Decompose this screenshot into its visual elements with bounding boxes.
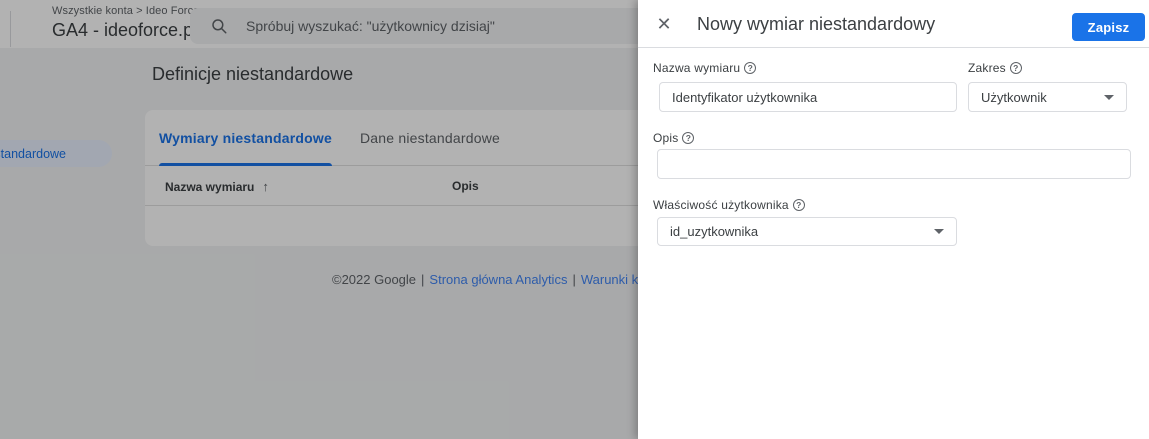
scope-dropdown[interactable]: Użytkownik (968, 82, 1127, 112)
scope-selected-value: Użytkownik (981, 89, 1047, 105)
scope-label: Zakres ? (968, 61, 1022, 75)
modal-title: Nowy wymiar niestandardowy (697, 14, 936, 34)
new-custom-dimension-modal: ✕ Nowy wymiar niestandardowy Zapisz Nazw… (638, 0, 1149, 439)
close-icon[interactable]: ✕ (654, 14, 674, 34)
user-property-label: Właściwość użytkownika ? (653, 198, 805, 212)
modal-header: ✕ Nowy wymiar niestandardowy Zapisz (638, 0, 1149, 48)
label-text: Opis (653, 131, 679, 145)
help-icon[interactable]: ? (792, 199, 805, 211)
user-property-dropdown[interactable]: id_uzytkownika (657, 217, 957, 246)
dropdown-arrow-icon (934, 229, 944, 234)
dimension-name-input[interactable] (659, 82, 957, 112)
user-property-selected-value: id_uzytkownika (670, 224, 759, 239)
label-text: Właściwość użytkownika (653, 198, 789, 212)
label-text: Nazwa wymiaru (653, 61, 741, 75)
ga4-admin-screen: Wszystkie konta > Ideo Force GA4 - ideof… (0, 0, 1149, 439)
save-button[interactable]: Zapisz (1072, 13, 1145, 41)
help-icon[interactable]: ? (1009, 62, 1022, 74)
dropdown-arrow-icon (1104, 94, 1114, 100)
label-text: Zakres (968, 61, 1006, 75)
description-label: Opis ? (653, 131, 695, 145)
help-icon[interactable]: ? (682, 132, 695, 144)
dimension-name-label: Nazwa wymiaru ? (653, 61, 757, 75)
help-icon[interactable]: ? (744, 62, 757, 74)
description-input[interactable] (657, 149, 1131, 179)
